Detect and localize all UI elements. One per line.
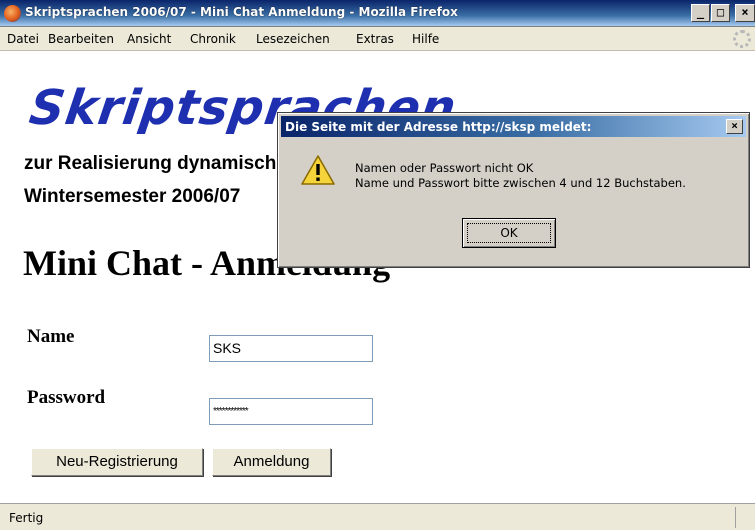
name-label: Name: [27, 326, 75, 347]
dialog-title: Die Seite mit der Adresse http://sksp me…: [285, 120, 592, 134]
status-bar: Fertig: [0, 503, 755, 530]
minimize-button[interactable]: _: [691, 4, 710, 22]
close-button[interactable]: ×: [735, 4, 755, 22]
name-input[interactable]: SKS: [209, 335, 373, 362]
menu-ansicht[interactable]: Ansicht: [127, 32, 171, 46]
menu-bar: Datei Bearbeiten Ansicht Chronik Lesezei…: [0, 27, 755, 51]
window-titlebar: Skriptsprachen 2006/07 - Mini Chat Anmel…: [0, 0, 755, 27]
password-label: Password: [27, 387, 106, 408]
register-button[interactable]: Neu-Registrierung: [31, 448, 203, 476]
dialog-titlebar: Die Seite mit der Adresse http://sksp me…: [281, 116, 746, 137]
dialog-close-button[interactable]: ×: [726, 119, 743, 134]
menu-hilfe[interactable]: Hilfe: [412, 32, 439, 46]
alert-dialog: Die Seite mit der Adresse http://sksp me…: [277, 112, 750, 268]
status-text: Fertig: [9, 511, 44, 525]
menu-lesezeichen[interactable]: Lesezeichen: [256, 32, 330, 46]
ok-button[interactable]: OK: [462, 218, 556, 248]
window-title: Skriptsprachen 2006/07 - Mini Chat Anmel…: [25, 5, 458, 19]
firefox-icon: [4, 5, 21, 22]
menu-chronik[interactable]: Chronik: [190, 32, 236, 46]
login-button[interactable]: Anmeldung: [212, 448, 331, 476]
page-semester: Wintersemester 2006/07: [24, 186, 241, 207]
maximize-button[interactable]: □: [711, 4, 730, 22]
status-panel: [735, 507, 755, 528]
dialog-message-line1: Namen oder Passwort nicht OK: [355, 161, 534, 175]
menu-bearbeiten[interactable]: Bearbeiten: [48, 32, 114, 46]
ok-button-label: OK: [500, 226, 518, 240]
menu-extras[interactable]: Extras: [356, 32, 394, 46]
throbber-icon: [733, 30, 751, 48]
password-input[interactable]: ************: [209, 398, 373, 425]
menu-datei[interactable]: Datei: [7, 32, 39, 46]
dialog-message-line2: Name und Passwort bitte zwischen 4 und 1…: [355, 176, 686, 190]
warning-icon: [301, 155, 335, 185]
